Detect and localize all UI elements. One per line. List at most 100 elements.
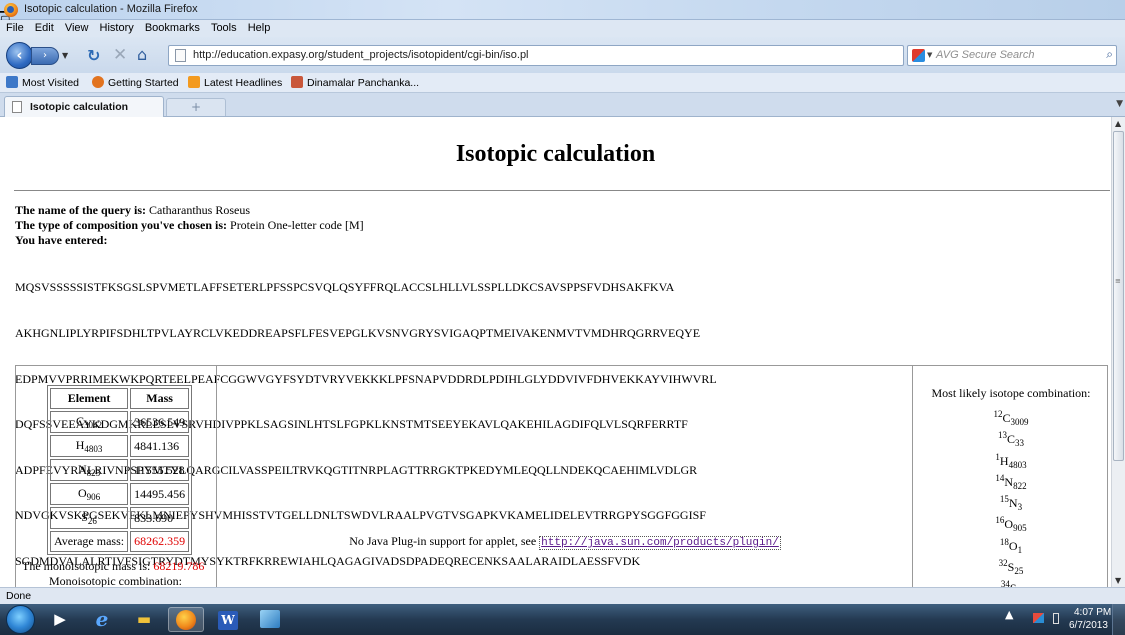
tray-expand-icon[interactable]: ▲: [1005, 608, 1013, 621]
isotope-heading: Most likely isotope combination:: [931, 386, 1091, 400]
sequence-line: MQSVSSSSSISTFKSGSLSPVMETLAFFSETERLPFSSPC…: [15, 280, 675, 295]
scroll-up-icon[interactable]: ▲: [1115, 119, 1121, 128]
start-button[interactable]: [6, 605, 35, 634]
rss-icon: [188, 76, 200, 88]
windows-taskbar: ▶ e ▬ W ▲ 4:07 PM 6/7/2013: [0, 604, 1125, 635]
table-row: S26 833.690: [50, 507, 190, 529]
new-tab-button[interactable]: +: [166, 98, 226, 116]
search-placeholder[interactable]: AVG Secure Search: [936, 49, 1034, 61]
element-cell: S26: [50, 507, 129, 529]
query-line: The name of the query is: Catharanthus R…: [15, 203, 250, 218]
url-bar[interactable]: http://education.expasy.org/student_proj…: [168, 45, 1060, 66]
mono-label: The monoisotopic mass is:: [22, 559, 151, 573]
home-icon[interactable]: ⌂: [137, 45, 147, 64]
element-cell: C3042: [50, 411, 129, 433]
mass-cell: 11555.528: [130, 459, 190, 481]
firefox-bookmark-icon: [92, 76, 104, 88]
page-icon: [12, 101, 22, 113]
status-bar: Done: [0, 587, 1125, 604]
clock-date[interactable]: 6/7/2013: [1069, 620, 1108, 631]
history-dropdown-icon[interactable]: ▼: [62, 51, 68, 60]
reload-icon[interactable]: ↻: [87, 46, 100, 65]
composition-line: The type of composition you've chosen is…: [15, 218, 364, 233]
query-label: The name of the query is:: [15, 203, 146, 217]
stop-icon[interactable]: ✕: [113, 45, 127, 65]
menu-edit[interactable]: Edit: [31, 20, 58, 34]
back-button[interactable]: ‹: [6, 42, 33, 69]
search-engine-icon[interactable]: [912, 49, 925, 62]
media-player-icon[interactable]: ▶: [42, 607, 78, 632]
url-text[interactable]: http://education.expasy.org/student_proj…: [193, 49, 529, 61]
show-desktop-button[interactable]: [1112, 604, 1125, 635]
scrollbar-thumb[interactable]: [1113, 131, 1124, 461]
bookmark-most-visited[interactable]: Most Visited: [6, 76, 79, 89]
menu-bar: File Edit View History Bookmarks Tools H…: [0, 20, 1125, 37]
isotope-item: 18O1: [999, 536, 1023, 555]
menu-file[interactable]: File: [0, 20, 28, 34]
tab-label: Isotopic calculation: [30, 101, 129, 113]
isotope-item: 15N3: [999, 494, 1023, 513]
bookmark-latest-headlines[interactable]: Latest Headlines: [188, 76, 282, 89]
most-visited-icon: [6, 76, 18, 88]
isotope-item: 32S25: [998, 558, 1024, 577]
mass-cell: 36536.549: [130, 411, 190, 433]
applet-message: No Java Plug-in support for applet, see …: [217, 534, 913, 550]
menu-bookmarks[interactable]: Bookmarks: [141, 20, 204, 34]
header-element: Element: [50, 388, 129, 409]
mono-value: 68219.786: [153, 559, 205, 573]
table-row: N825 11555.528: [50, 459, 190, 481]
sequence-line: AKHGNLIPLYRPIFSDHLTPVLAYRCLVKEDDREAPSFLF…: [15, 326, 701, 341]
isotope-list: 12C3009 13C33 1H4803 14N822 15N3 16O905 …: [913, 404, 1109, 587]
word-icon[interactable]: W: [210, 607, 246, 632]
status-text: Done: [6, 590, 32, 602]
tab-list-icon[interactable]: ▼: [1116, 99, 1123, 109]
battery-icon[interactable]: [1053, 613, 1059, 624]
app-taskbar-icon[interactable]: [252, 607, 288, 632]
tab-isotopic-calculation[interactable]: Isotopic calculation: [4, 96, 164, 117]
mass-cell: 833.690: [130, 507, 190, 529]
element-cell: O906: [50, 483, 129, 505]
firefox-logo-icon: [4, 3, 18, 17]
search-engine-dropdown-icon[interactable]: ▼: [927, 51, 932, 59]
menu-history[interactable]: History: [96, 20, 138, 34]
title-divider: [14, 190, 1110, 191]
vertical-scrollbar[interactable]: ▲ ≡ ▼: [1111, 117, 1125, 587]
firefox-taskbar-icon[interactable]: [168, 607, 204, 632]
bookmark-dinamalar[interactable]: Dinamalar Panchanka...: [291, 76, 419, 89]
menu-view[interactable]: View: [61, 20, 93, 34]
entered-line: You have entered:: [15, 233, 107, 248]
window-title-bar[interactable]: Isotopic calculation - Mozilla Firefox ▁…: [0, 0, 1125, 39]
isotope-item: 1H4803: [995, 451, 1027, 470]
internet-explorer-icon[interactable]: e: [84, 607, 120, 632]
forward-button[interactable]: ›: [31, 47, 59, 65]
menu-tools[interactable]: Tools: [207, 20, 241, 34]
window-title: Isotopic calculation - Mozilla Firefox: [24, 3, 198, 15]
clock-time[interactable]: 4:07 PM: [1074, 607, 1111, 618]
search-bar[interactable]: ▼ AVG Secure Search ⌕: [907, 45, 1117, 66]
dinamalar-icon: [291, 76, 303, 88]
element-cell: N825: [50, 459, 129, 481]
bookmark-getting-started[interactable]: Getting Started: [92, 76, 179, 89]
table-row: C3042 36536.549: [50, 411, 190, 433]
menu-help[interactable]: Help: [244, 20, 275, 34]
average-label: Average mass:: [50, 531, 129, 552]
java-plugin-link[interactable]: http://java.sun.com/products/plugin/: [539, 536, 781, 550]
entered-label: You have entered:: [15, 233, 108, 247]
search-icon[interactable]: ⌕: [1106, 47, 1113, 62]
page-title: Isotopic calculation: [455, 141, 656, 167]
table-row: O906 14495.456: [50, 483, 190, 505]
table-row: H4803 4841.136: [50, 435, 190, 457]
file-explorer-icon[interactable]: ▬: [126, 607, 162, 632]
scroll-down-icon[interactable]: ▼: [1115, 576, 1121, 585]
scroll-grip-icon: ≡: [1115, 277, 1121, 285]
query-value: Catharanthus Roseus: [149, 203, 250, 217]
bookmarks-toolbar: Most Visited Getting Started Latest Head…: [0, 73, 1125, 93]
mass-column: Element Mass C3042 36536.549 H4803 4841.…: [16, 366, 217, 587]
isotope-item: 12C3009: [993, 409, 1029, 427]
applet-message-text: No Java Plug-in support for applet, see: [349, 534, 537, 548]
header-mass: Mass: [130, 388, 190, 409]
mono-combination-label: Monoisotopic combination:: [49, 574, 182, 587]
isotope-item: 14N822: [995, 472, 1027, 491]
action-center-flag-icon[interactable]: [1033, 613, 1044, 623]
table-header-row: Element Mass: [50, 388, 190, 409]
